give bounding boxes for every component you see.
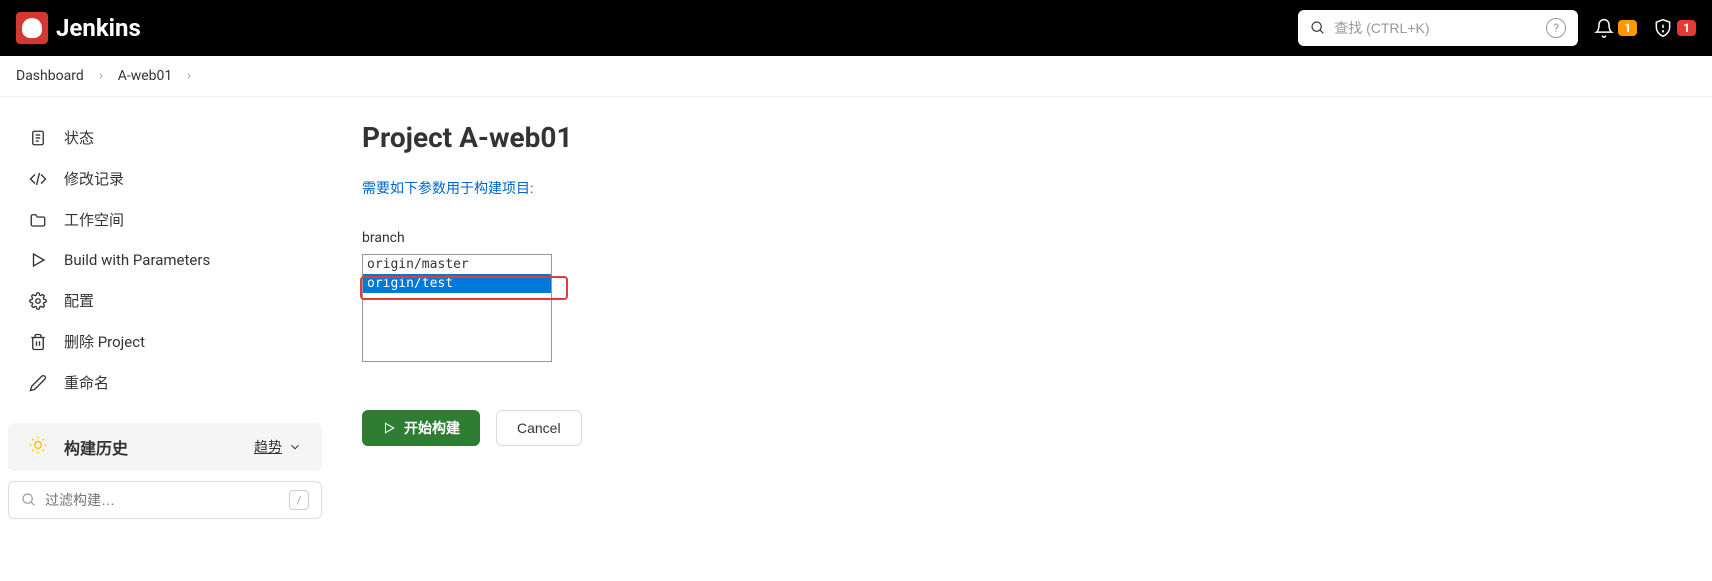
sidebar-item-delete[interactable]: 删除 Project (8, 321, 322, 362)
search-input[interactable] (1334, 20, 1538, 36)
play-icon (382, 421, 396, 435)
code-icon (28, 169, 48, 189)
branch-option[interactable]: origin/master (363, 255, 551, 274)
play-icon (28, 250, 48, 270)
branch-select-container: origin/master origin/test (362, 254, 562, 362)
params-description: 需要如下参数用于构建项目: (362, 178, 1680, 198)
trash-icon (28, 332, 48, 352)
bell-icon (1594, 18, 1614, 38)
build-history-left: 构建历史 (28, 435, 128, 459)
notification-button[interactable]: 1 (1594, 18, 1637, 38)
button-row: 开始构建 Cancel (362, 410, 1680, 446)
breadcrumb-item-dashboard[interactable]: Dashboard (16, 68, 84, 84)
sidebar-item-label: 工作空间 (64, 209, 124, 230)
gear-icon (28, 291, 48, 311)
trend-label: 趋势 (254, 437, 282, 457)
filter-box[interactable]: / (8, 481, 322, 519)
sidebar-item-label: 修改记录 (64, 168, 124, 189)
content: Project A-web01 需要如下参数用于构建项目: branch ori… (330, 97, 1712, 527)
build-button[interactable]: 开始构建 (362, 410, 480, 446)
notification-badge: 1 (1618, 20, 1637, 36)
branch-select[interactable]: origin/master origin/test (362, 254, 552, 362)
sidebar-item-configure[interactable]: 配置 (8, 280, 322, 321)
sidebar-item-label: 删除 Project (64, 331, 145, 352)
sidebar-item-status[interactable]: 状态 (8, 117, 322, 158)
pencil-icon (28, 373, 48, 393)
chevron-down-icon (288, 440, 302, 454)
sidebar-item-label: Build with Parameters (64, 251, 210, 269)
filter-shortcut: / (289, 490, 309, 510)
branch-option-selected[interactable]: origin/test (363, 274, 551, 293)
cancel-button[interactable]: Cancel (496, 410, 582, 446)
header-left: Jenkins (16, 12, 141, 44)
page-title: Project A-web01 (362, 121, 1680, 154)
search-box[interactable]: ? (1298, 10, 1578, 46)
jenkins-logo-icon[interactable] (16, 12, 48, 44)
breadcrumb: Dashboard A-web01 (0, 56, 1712, 97)
jenkins-title[interactable]: Jenkins (56, 14, 141, 42)
sidebar-item-label: 状态 (64, 127, 94, 148)
chevron-right-icon (96, 71, 106, 81)
breadcrumb-item-project[interactable]: A-web01 (118, 68, 173, 84)
header-right: ? 1 1 (1298, 10, 1696, 46)
search-icon (1310, 20, 1326, 36)
sidebar-item-label: 重命名 (64, 372, 109, 393)
chevron-right-icon (184, 71, 194, 81)
sidebar-item-label: 配置 (64, 290, 94, 311)
help-icon[interactable]: ? (1546, 18, 1566, 38)
search-icon (21, 492, 37, 508)
header: Jenkins ? 1 1 (0, 0, 1712, 56)
sidebar: 状态 修改记录 工作空间 Build with Parameters 配置 删除… (0, 97, 330, 527)
filter-input[interactable] (45, 492, 281, 508)
build-button-label: 开始构建 (404, 418, 460, 438)
document-icon (28, 128, 48, 148)
sun-icon (28, 435, 48, 459)
alert-badge: 1 (1677, 20, 1696, 36)
param-label: branch (362, 230, 1680, 246)
cancel-button-label: Cancel (517, 420, 561, 436)
folder-icon (28, 210, 48, 230)
build-history-label: 构建历史 (64, 435, 128, 459)
alert-button[interactable]: 1 (1653, 18, 1696, 38)
sidebar-item-changes[interactable]: 修改记录 (8, 158, 322, 199)
sidebar-item-rename[interactable]: 重命名 (8, 362, 322, 403)
shield-alert-icon (1653, 18, 1673, 38)
sidebar-item-workspace[interactable]: 工作空间 (8, 199, 322, 240)
sidebar-item-build-params[interactable]: Build with Parameters (8, 240, 322, 280)
build-history-header[interactable]: 构建历史 趋势 (8, 423, 322, 471)
main-container: 状态 修改记录 工作空间 Build with Parameters 配置 删除… (0, 97, 1712, 527)
trend-link[interactable]: 趋势 (254, 437, 302, 457)
